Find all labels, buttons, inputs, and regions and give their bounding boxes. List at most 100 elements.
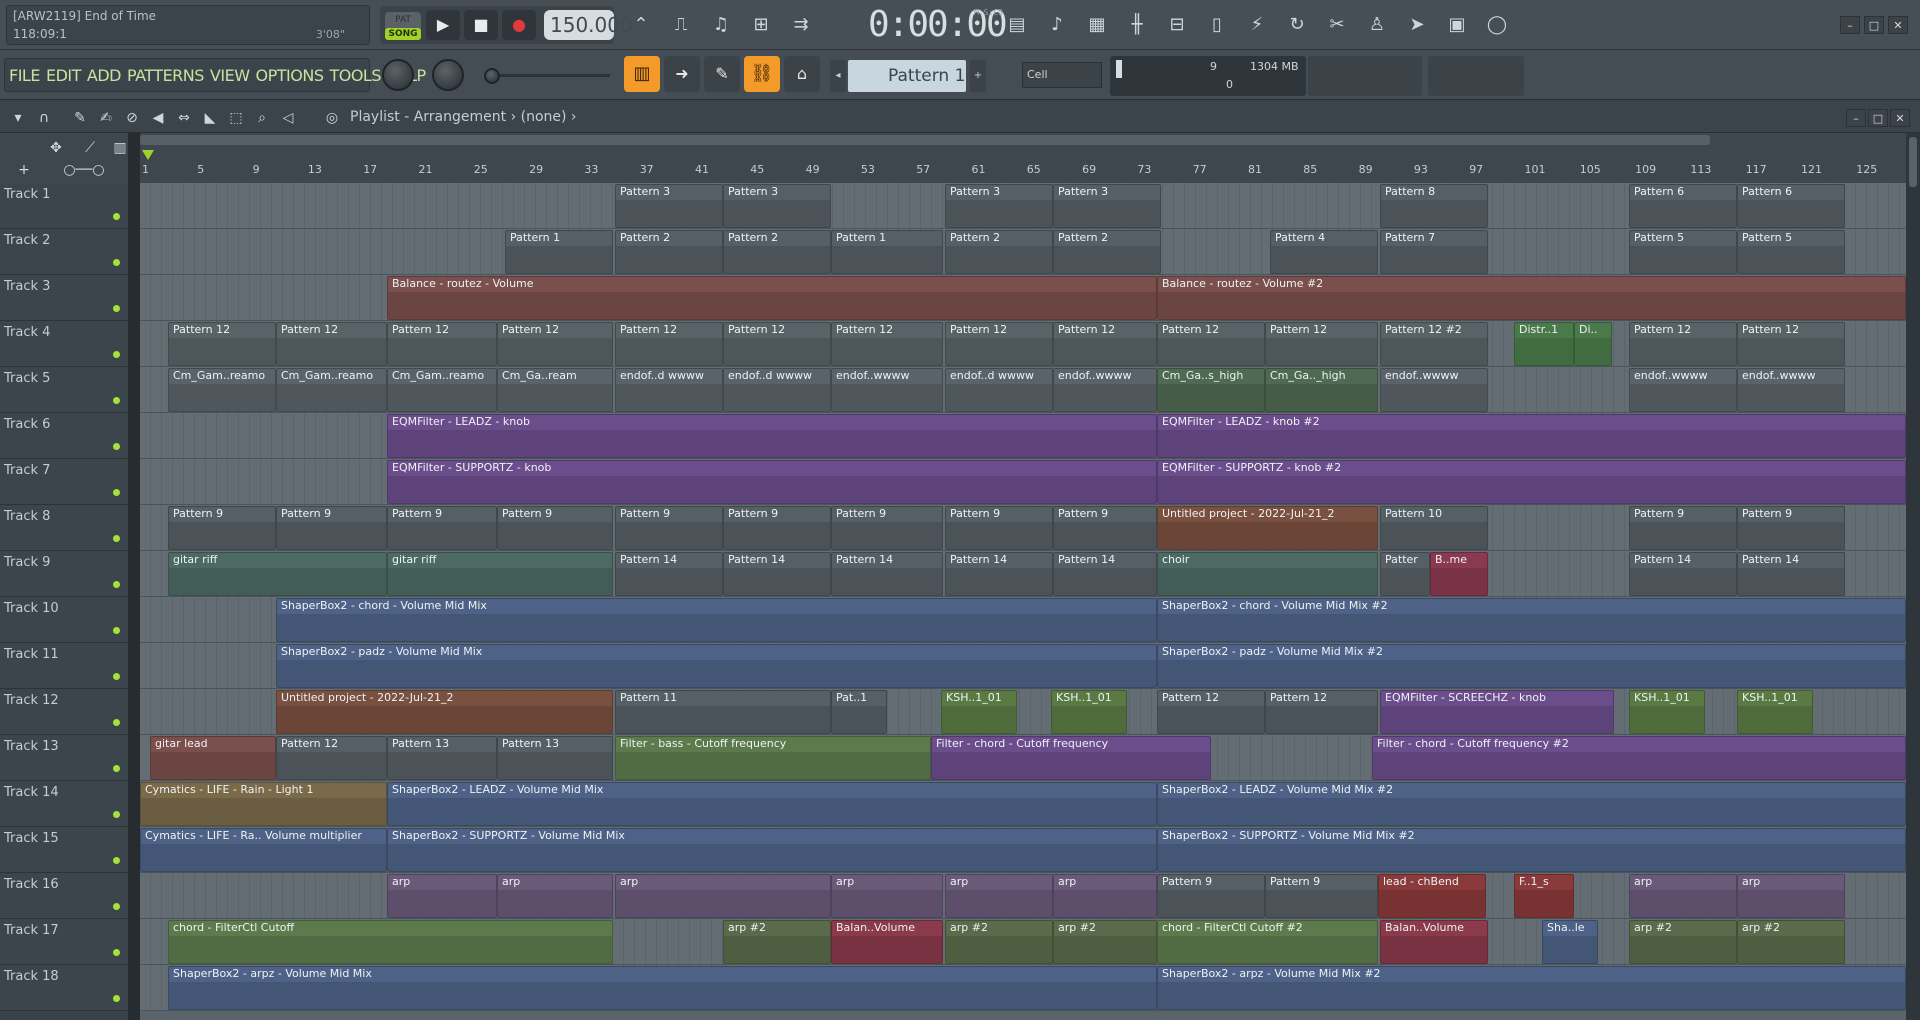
menu-file[interactable]: FILE [9,66,40,85]
clip[interactable]: ShaperBox2 - arpz - Volume Mid Mix [168,966,1157,1010]
track-header[interactable]: Track 6 [0,413,128,459]
clip[interactable]: Pattern 9 [1265,874,1378,918]
clip[interactable]: Pattern 9 [831,506,943,550]
track-enable-led[interactable] [113,305,120,312]
clip[interactable]: ShaperBox2 - LEADZ - Volume Mid Mix #2 [1157,782,1906,826]
clip[interactable]: Pattern 3 [1053,184,1161,228]
menu-edit[interactable]: EDIT [46,66,81,85]
clip[interactable]: Pattern 12 [1265,322,1378,366]
clip[interactable]: endof..d wwww [723,368,831,412]
line-tool-icon[interactable]: ⟋ [80,139,100,157]
clip[interactable]: Cm_Ga..s_high [1157,368,1265,412]
clip[interactable]: ShaperBox2 - LEADZ - Volume Mid Mix [387,782,1157,826]
clip[interactable]: Pattern 14 [723,552,831,596]
mute-icon[interactable]: ◀ [148,109,168,127]
clip[interactable]: Balan..Volume [1380,920,1488,964]
browser-icon[interactable]: ⊟ [1160,8,1194,42]
clip[interactable]: endof..wwww [1629,368,1737,412]
clip[interactable]: Pattern 2 [615,230,723,274]
clip[interactable]: KSH..1_01 [941,690,1017,734]
clip[interactable]: Pattern 5 [1737,230,1845,274]
clip[interactable]: Pattern 12 [387,322,497,366]
clip[interactable]: Di.. [1574,322,1612,366]
clip[interactable]: Filter - chord - Cutoff frequency #2 [1372,736,1906,780]
playlist-minimize-button[interactable]: – [1846,109,1866,127]
clip[interactable]: Pattern 14 [615,552,723,596]
piano-typing-icon[interactable]: ▥ [624,56,660,92]
master-pitch-knob[interactable] [432,59,464,91]
clip[interactable]: endof..d wwww [945,368,1053,412]
clip[interactable]: arp [945,874,1053,918]
clip[interactable]: ShaperBox2 - padz - Volume Mid Mix [276,644,1157,688]
pencil-icon[interactable]: ✎ [70,109,90,127]
clip[interactable]: Pattern 14 [945,552,1053,596]
clip[interactable]: ShaperBox2 - chord - Volume Mid Mix [276,598,1157,642]
track-lane[interactable]: Cymatics - LIFE - Rain - Light 1 ShaperBo… [140,781,1906,827]
pattern-selector[interactable]: Pattern 1 [848,60,966,92]
clip[interactable]: Pattern 12 [1265,690,1378,734]
track-enable-led[interactable] [113,857,120,864]
mixer-icon[interactable]: ╫ [1120,8,1154,42]
clip[interactable]: Pattern 9 [497,506,613,550]
track-enable-led[interactable] [113,627,120,634]
pattern-prev-icon[interactable]: ◂ [830,60,846,92]
playhead-marker[interactable] [142,150,154,160]
song-mode-toggle[interactable]: PAT SONG [385,12,421,40]
clip[interactable]: EQMFilter - SUPPORTZ - knob #2 [1157,460,1906,504]
menu-patterns[interactable]: PATTERNS [127,66,204,85]
clip[interactable]: endof..wwww [831,368,943,412]
timeline-ruler[interactable]: 1 5 9 13 17 21 25 29 33 37 41 45 49 53 57 61 65 69 73 77 81 8… [140,133,1906,183]
clip[interactable]: Pattern 9 [615,506,723,550]
clip[interactable]: arp [497,874,613,918]
clip[interactable]: Pattern 12 [831,322,943,366]
clip[interactable]: EQMFilter - LEADZ - knob #2 [1157,414,1906,458]
channel-rack-icon[interactable]: ▦ [1080,8,1114,42]
clip[interactable]: choir [1157,552,1378,596]
blend-notes-icon[interactable]: ⇉ [784,8,818,42]
track-enable-led[interactable] [113,259,120,266]
link-icon[interactable]: ⛓ [744,56,780,92]
track-header[interactable]: Track 11 [0,643,128,689]
clip[interactable]: Pattern 12 [276,736,387,780]
clip[interactable]: Pattern 7 [1380,230,1488,274]
clip[interactable]: gitar lead [150,736,276,780]
shortcut-icon[interactable]: ➤ [1400,8,1434,42]
menu-tools[interactable]: TOOLS [329,66,381,85]
clip[interactable]: Pattern 1 [505,230,613,274]
menu-view[interactable]: VIEW [210,66,250,85]
clip[interactable]: arp #2 [723,920,831,964]
clip[interactable]: Cm_Ga.._high [1265,368,1378,412]
clip[interactable]: Pattern 13 [387,736,497,780]
track-enable-led[interactable] [113,397,120,404]
clip[interactable]: Pattern 2 [1053,230,1161,274]
step-edit-icon[interactable]: ⊞ [744,8,778,42]
zoom-slider[interactable]: ○──○ [44,161,124,179]
menu-add[interactable]: ADD [87,66,122,85]
track-lane[interactable]: Pattern 3 Pattern 3 Pattern 3 Pattern 3 Patt… [140,183,1906,229]
track-header[interactable]: Track 3 [0,275,128,321]
clip[interactable]: KSH..1_01 [1629,690,1705,734]
track-lane[interactable]: ShaperBox2 - arpz - Volume Mid Mix Shaper… [140,965,1906,1011]
clip[interactable]: Pattern 14 [831,552,943,596]
clip[interactable]: arp #2 [945,920,1053,964]
clip[interactable]: Pattern 9 [387,506,497,550]
clip[interactable]: Pattern 2 [723,230,831,274]
clip[interactable]: Sha..le [1542,920,1598,964]
record-button[interactable]: ● [502,10,536,40]
track-enable-led[interactable] [113,903,120,910]
clip[interactable]: Pattern 5 [1629,230,1737,274]
clip[interactable]: Pattern 12 [615,322,723,366]
track-lane[interactable]: Untitled project - 2022-Jul-21_2 Pattern … [140,689,1906,735]
track-lane[interactable]: Pattern 12 Pattern 12 Pattern 12 Pattern 12… [140,321,1906,367]
add-track-icon[interactable]: + [14,161,34,179]
clip[interactable]: arp [1737,874,1845,918]
clip[interactable]: Balance - routez - Volume #2 [1157,276,1906,320]
track-lane[interactable]: Cm_Gam..reamo Cm_Gam..reamo Cm_Gam..reamo C… [140,367,1906,413]
clip[interactable]: Balance - routez - Volume [387,276,1157,320]
clip[interactable]: arp [1629,874,1737,918]
clip[interactable]: Filter - bass - Cutoff frequency [615,736,931,780]
resize-icon[interactable]: ✥ [46,139,66,157]
playlist-menu-icon[interactable]: ▾ [8,109,28,127]
slip-icon[interactable]: ⇔ [174,109,194,127]
horizontal-scrollbar[interactable] [140,135,1710,145]
